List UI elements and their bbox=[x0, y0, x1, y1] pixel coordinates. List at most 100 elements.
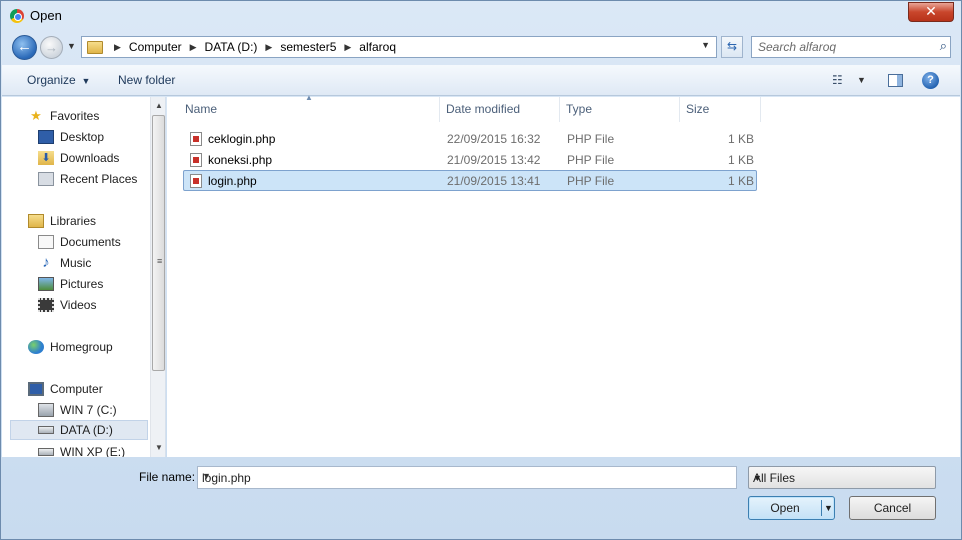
chevron-down-icon: ▼ bbox=[79, 76, 91, 86]
nav-item-downloads[interactable]: ⬇ Downloads bbox=[38, 148, 119, 168]
scroll-down-icon[interactable]: ▼ bbox=[155, 443, 163, 452]
column-header: ▲ Name Date modified Type Size bbox=[167, 93, 761, 122]
cancel-button[interactable]: Cancel bbox=[849, 496, 936, 520]
nav-computer-label: Computer bbox=[50, 382, 103, 396]
breadcrumb-data-drive[interactable]: DATA (D:) bbox=[202, 40, 261, 54]
table-row[interactable]: koneksi.php 21/09/2015 13:42 PHP File 1 … bbox=[183, 149, 757, 170]
address-dropdown-icon[interactable]: ▼ bbox=[701, 40, 710, 50]
nav-computer[interactable]: Computer bbox=[28, 379, 103, 399]
breadcrumb-semester5[interactable]: semester5 bbox=[277, 40, 339, 54]
table-row-selected[interactable]: login.php 21/09/2015 13:41 PHP File 1 KB bbox=[183, 170, 757, 191]
nav-item-documents[interactable]: Documents bbox=[38, 232, 121, 252]
file-size: 1 KB bbox=[727, 153, 754, 167]
open-button[interactable]: Open ▼ bbox=[748, 496, 835, 520]
column-name[interactable]: Name bbox=[179, 97, 440, 122]
chevron-right-icon[interactable]: ▶ bbox=[109, 42, 126, 53]
file-size: 1 KB bbox=[727, 174, 754, 188]
search-box: ⌕ bbox=[751, 36, 951, 58]
open-button-label: Open bbox=[770, 501, 800, 515]
scroll-up-icon[interactable]: ▲ bbox=[155, 101, 163, 110]
file-size: 1 KB bbox=[727, 132, 754, 146]
preview-pane-icon[interactable] bbox=[888, 74, 903, 87]
new-folder-button[interactable]: New folder bbox=[118, 73, 175, 87]
chevron-right-icon[interactable]: ▶ bbox=[185, 42, 202, 53]
music-icon: ♪ bbox=[42, 254, 50, 271]
column-date-modified[interactable]: Date modified bbox=[440, 97, 560, 122]
videos-icon bbox=[38, 298, 54, 312]
file-type-filter[interactable]: All Files ▼ bbox=[748, 466, 936, 489]
open-file-dialog: Open ✕ ← → ▼ ▶ Computer ▶ DATA (D:) ▶ se… bbox=[0, 0, 962, 540]
table-row[interactable]: ceklogin.php 22/09/2015 16:32 PHP File 1… bbox=[183, 128, 757, 149]
command-bar: Organize ▼ New folder ☷ ▼ ? bbox=[2, 65, 960, 96]
chrome-icon bbox=[10, 9, 24, 23]
search-input[interactable] bbox=[752, 37, 928, 57]
recent-places-icon bbox=[38, 172, 54, 186]
nav-item-label: WIN XP (E:) bbox=[60, 445, 126, 457]
php-file-icon bbox=[190, 132, 202, 146]
folder-icon bbox=[87, 40, 103, 54]
address-bar[interactable]: ▶ Computer ▶ DATA (D:) ▶ semester5 ▶ alf… bbox=[81, 36, 717, 58]
recent-locations-chevron-icon[interactable]: ▼ bbox=[67, 41, 76, 51]
php-file-icon bbox=[190, 174, 202, 188]
nav-item-winxp-drive[interactable]: WIN XP (E:) bbox=[38, 442, 125, 457]
drive-icon bbox=[38, 448, 54, 456]
nav-libraries-label: Libraries bbox=[50, 214, 97, 228]
scrollbar-thumb[interactable]: ≡ bbox=[152, 115, 165, 371]
chevron-down-icon[interactable]: ▼ bbox=[202, 471, 730, 481]
nav-item-music[interactable]: ♪ Music bbox=[38, 253, 91, 273]
nav-scrollbar[interactable]: ▲ ≡ ▼ bbox=[150, 97, 165, 457]
breadcrumb: ▶ Computer ▶ DATA (D:) ▶ semester5 ▶ alf… bbox=[82, 37, 399, 57]
window-title: Open bbox=[30, 8, 62, 23]
chevron-right-icon[interactable]: ▶ bbox=[339, 42, 356, 53]
nav-item-label: WIN 7 (C:) bbox=[60, 403, 117, 417]
nav-libraries[interactable]: Libraries bbox=[28, 211, 96, 231]
homegroup-icon bbox=[28, 340, 44, 354]
chevron-down-icon: ▼ bbox=[753, 473, 762, 483]
search-icon[interactable]: ⌕ bbox=[940, 38, 947, 54]
view-options-chevron-icon[interactable]: ▼ bbox=[857, 75, 866, 85]
chevron-right-icon[interactable]: ▶ bbox=[260, 42, 277, 53]
nav-item-data-drive[interactable]: DATA (D:) bbox=[10, 420, 148, 440]
forward-button[interactable]: → bbox=[40, 36, 63, 59]
star-icon: ★ bbox=[30, 108, 42, 123]
file-name-field[interactable]: login.php ▼ bbox=[197, 466, 737, 489]
libraries-icon bbox=[28, 214, 44, 228]
file-name: ceklogin.php bbox=[208, 132, 276, 146]
downloads-icon: ⬇ bbox=[38, 151, 54, 165]
open-options-chevron-icon[interactable]: ▼ bbox=[824, 503, 833, 513]
nav-item-pictures[interactable]: Pictures bbox=[38, 274, 103, 294]
change-view-icon[interactable]: ☷ bbox=[832, 73, 843, 87]
nav-favorites[interactable]: ★ Favorites bbox=[28, 106, 99, 126]
breadcrumb-computer[interactable]: Computer bbox=[126, 40, 185, 54]
back-button[interactable]: ← bbox=[12, 35, 37, 60]
pictures-icon bbox=[38, 277, 54, 291]
grip-icon: ≡ bbox=[157, 256, 163, 266]
navigation-pane: ★ Favorites Desktop ⬇ Downloads Recent P… bbox=[2, 97, 166, 457]
file-name: login.php bbox=[208, 174, 257, 188]
nav-item-label: Recent Places bbox=[60, 172, 138, 186]
file-date: 21/09/2015 13:42 bbox=[447, 153, 541, 167]
nav-item-videos[interactable]: Videos bbox=[38, 295, 96, 315]
file-date: 22/09/2015 16:32 bbox=[447, 132, 541, 146]
close-button[interactable]: ✕ bbox=[908, 2, 954, 22]
nav-homegroup[interactable]: Homegroup bbox=[28, 337, 113, 357]
documents-icon bbox=[38, 235, 54, 249]
nav-item-label: Pictures bbox=[60, 277, 104, 291]
nav-item-win7-drive[interactable]: WIN 7 (C:) bbox=[38, 400, 117, 420]
organize-button[interactable]: Organize ▼ bbox=[27, 73, 90, 87]
php-file-icon bbox=[190, 153, 202, 167]
file-type: PHP File bbox=[567, 132, 615, 146]
refresh-button[interactable]: ⇆ bbox=[721, 36, 743, 58]
help-icon[interactable]: ? bbox=[922, 72, 939, 89]
column-size[interactable]: Size bbox=[680, 97, 761, 122]
nav-item-desktop[interactable]: Desktop bbox=[38, 127, 104, 147]
computer-icon bbox=[28, 382, 44, 396]
column-type[interactable]: Type bbox=[560, 97, 680, 122]
title-bar: Open ✕ bbox=[1, 1, 961, 31]
breadcrumb-alfaroq[interactable]: alfaroq bbox=[356, 40, 399, 54]
file-date: 21/09/2015 13:41 bbox=[447, 174, 541, 188]
desktop-icon bbox=[38, 130, 54, 144]
windows-drive-icon bbox=[38, 403, 54, 417]
nav-item-recent-places[interactable]: Recent Places bbox=[38, 169, 137, 189]
nav-homegroup-label: Homegroup bbox=[50, 340, 113, 354]
